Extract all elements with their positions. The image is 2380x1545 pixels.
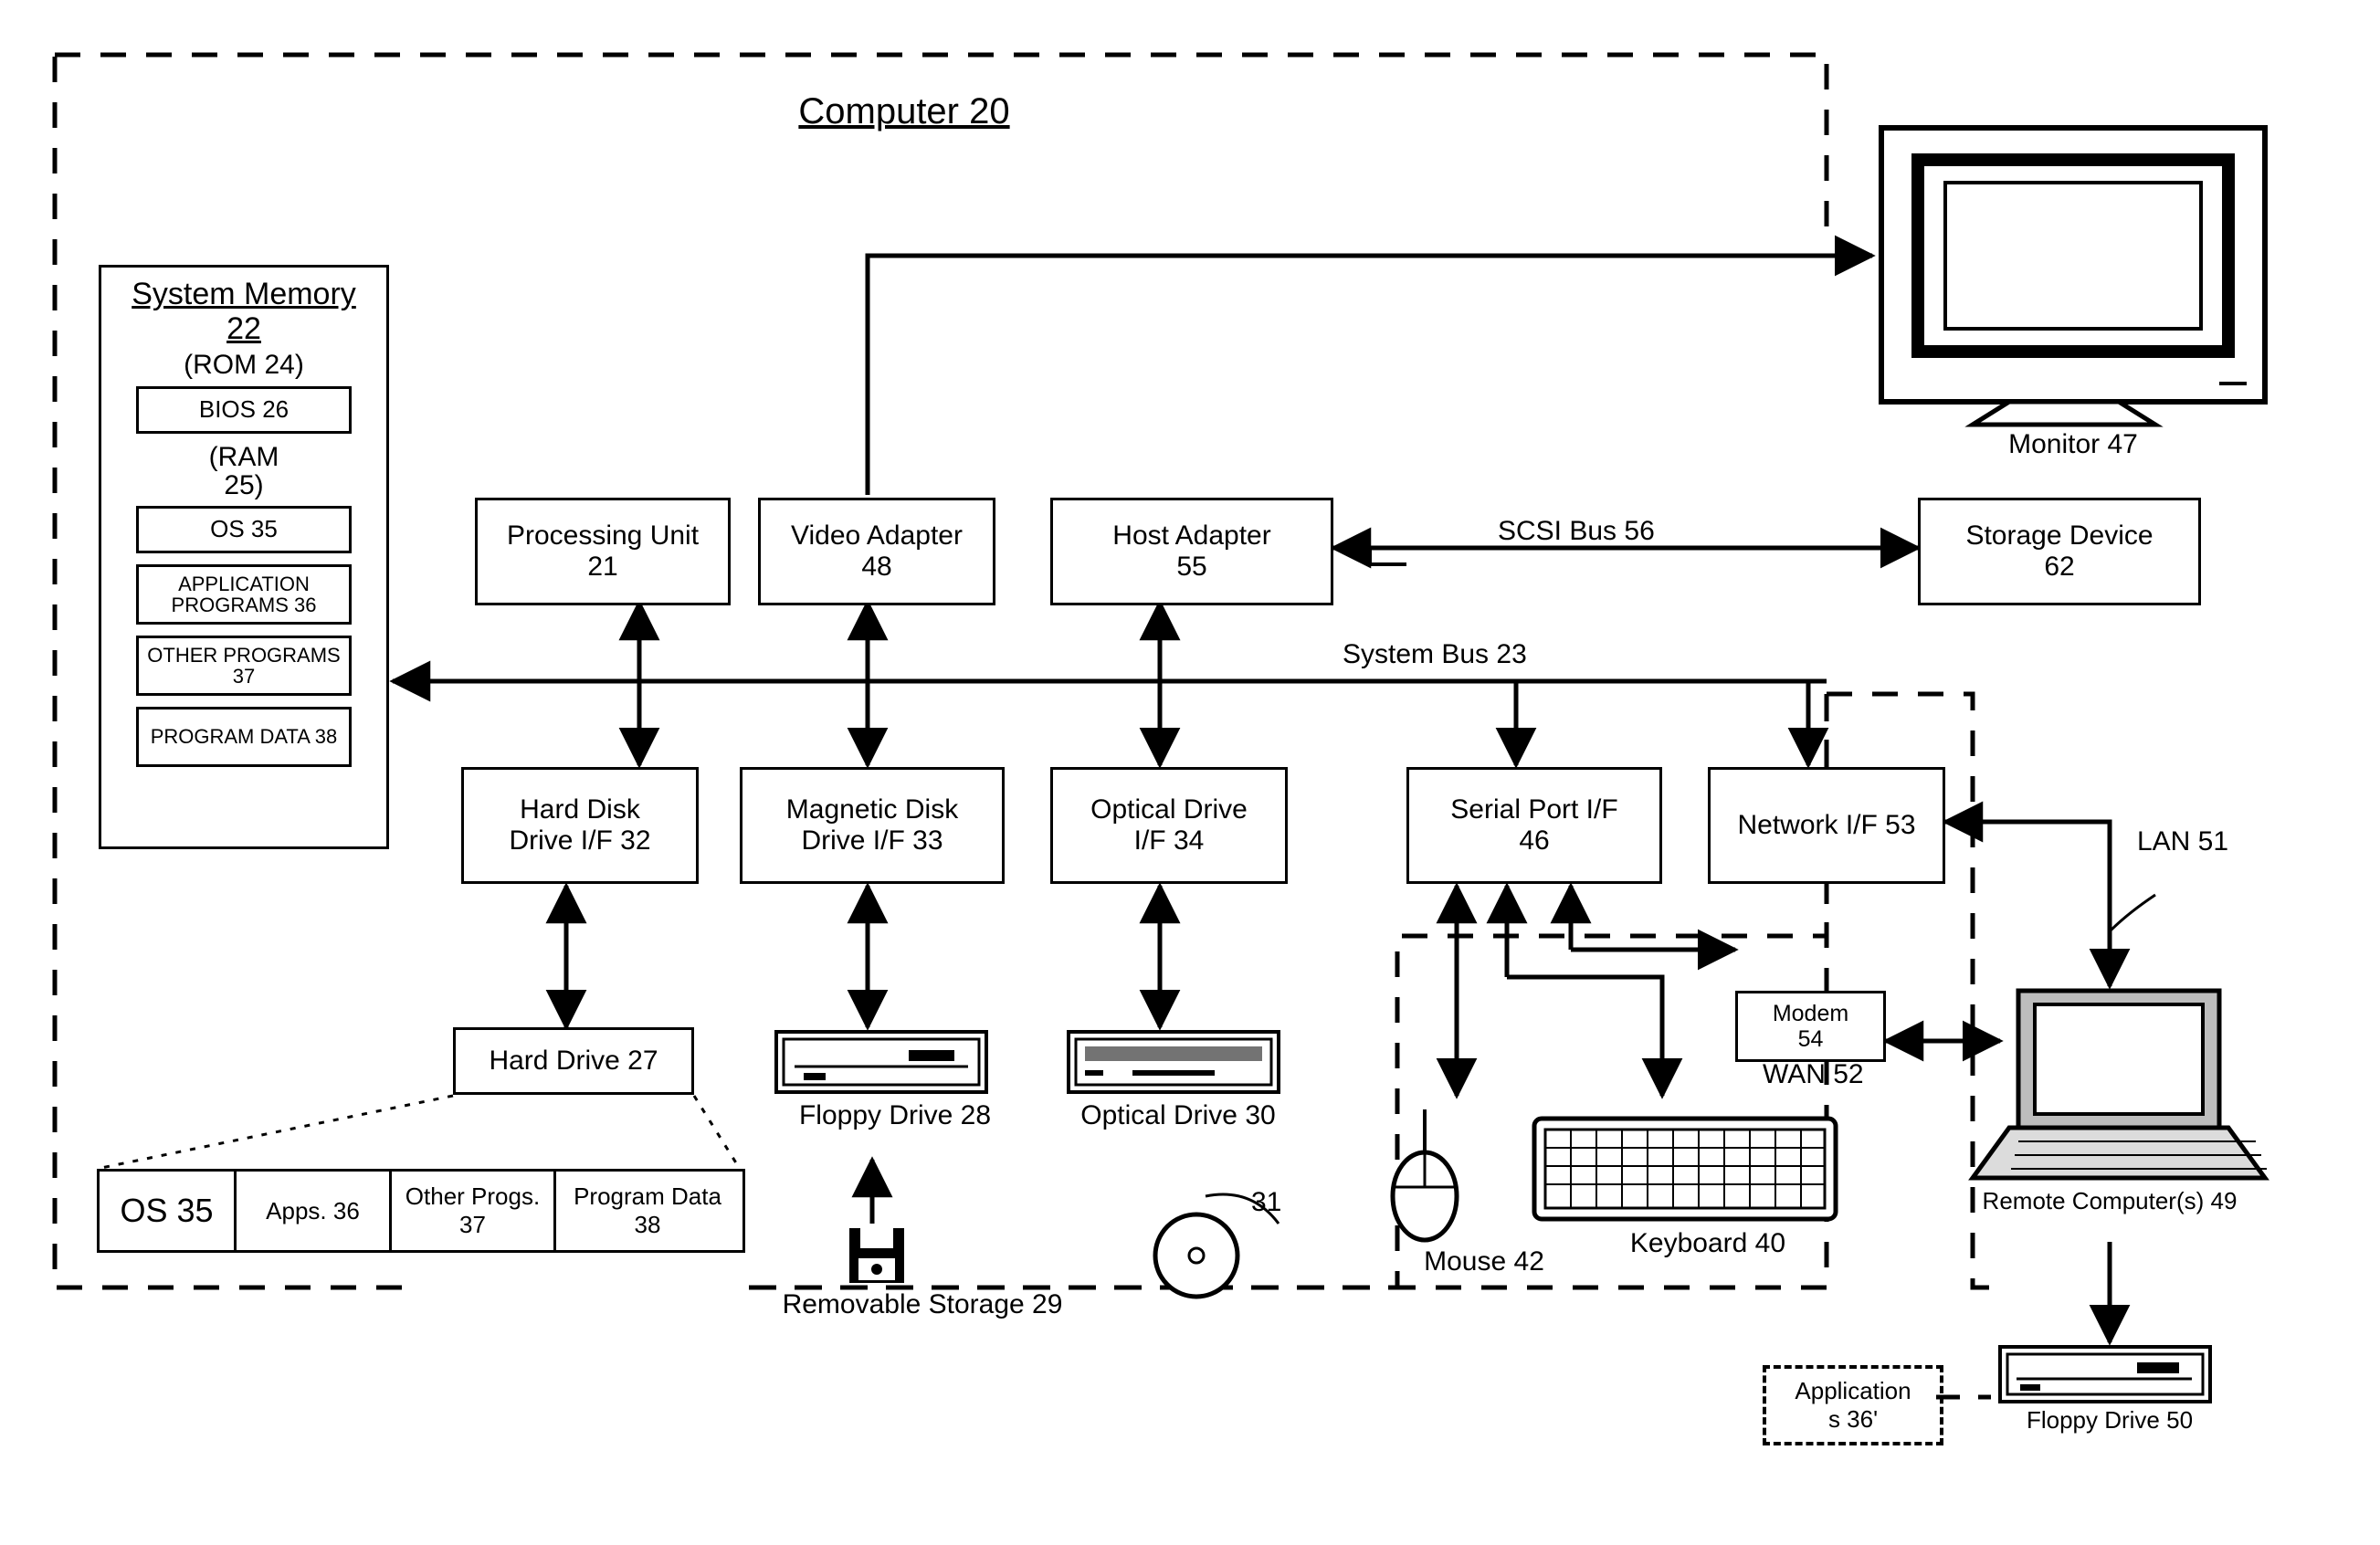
- hard-drive-label: Hard Drive 27: [489, 1046, 658, 1077]
- processing-unit-box: Processing Unit 21: [475, 498, 731, 605]
- magnetic-disk-if-box: Magnetic Disk Drive I/F 33: [740, 767, 1005, 884]
- network-if-box: Network I/F 53: [1708, 767, 1945, 884]
- rom-label: (ROM 24): [184, 350, 304, 381]
- os-box: OS 35: [136, 506, 352, 553]
- keyboard-icon: [1534, 1119, 1836, 1219]
- va-l1: Video Adapter: [791, 520, 963, 552]
- video-adapter-box: Video Adapter 48: [758, 498, 995, 605]
- other-progs-box: OTHER PROGRAMS 37: [136, 636, 352, 696]
- hd-other: Other Progs. 37: [392, 1172, 556, 1250]
- scsi-bus-label: SCSI Bus 56: [1498, 516, 1655, 547]
- mdd-l2: Drive I/F 33: [801, 825, 943, 857]
- optical-30-label: Optical Drive 30: [1059, 1100, 1297, 1131]
- optical-disc-icon: [1155, 1214, 1237, 1297]
- hard-disk-if-box: Hard Disk Drive I/F 32: [461, 767, 699, 884]
- system-bus-label: System Bus 23: [1343, 639, 1527, 670]
- pu-l1: Processing Unit: [507, 520, 699, 552]
- modem-l2: 54: [1798, 1026, 1824, 1052]
- mouse-icon: [1393, 1109, 1457, 1240]
- host-adapter-box: Host Adapter 55: [1050, 498, 1333, 605]
- hard-drive-contents: OS 35 Apps. 36 Other Progs. 37 Program D…: [97, 1169, 745, 1253]
- ha-l1: Host Adapter: [1112, 520, 1270, 552]
- modem-l1: Modem: [1773, 1001, 1848, 1026]
- wan-label: WAN 52: [1763, 1059, 1864, 1090]
- floppy-drive-28-icon: [776, 1032, 986, 1092]
- floppy-28-label: Floppy Drive 28: [776, 1100, 1014, 1131]
- hd-os: OS 35: [100, 1172, 237, 1250]
- va-l2: 48: [861, 552, 891, 583]
- laptop-icon: [1973, 991, 2267, 1178]
- optical-drive-30-icon: [1069, 1032, 1279, 1092]
- program-data-box: PROGRAM DATA 38: [136, 707, 352, 767]
- sd-l1: Storage Device: [1965, 520, 2153, 552]
- odd-l1: Optical Drive: [1090, 794, 1248, 825]
- diagram-canvas: Computer 20 System Memory 22 (ROM 24) BI…: [0, 0, 2380, 1545]
- system-memory-num: 22: [226, 311, 261, 346]
- floppy-drive-50-icon: [2000, 1347, 2210, 1402]
- hd-pd: Program Data 38: [556, 1172, 739, 1250]
- apps-box: APPLICATION PROGRAMS 36: [136, 564, 352, 625]
- bios-box: BIOS 26: [136, 386, 352, 434]
- system-memory-title: System Memory: [132, 277, 356, 311]
- hard-drive-box: Hard Drive 27: [453, 1027, 694, 1095]
- monitor-label: Monitor 47: [1973, 429, 2174, 460]
- mdd-l1: Magnetic Disk: [786, 794, 958, 825]
- serial-port-if-box: Serial Port I/F 46: [1406, 767, 1662, 884]
- mouse-label: Mouse 42: [1402, 1246, 1566, 1277]
- disc-31-label: 31: [1251, 1187, 1281, 1218]
- optical-drive-if-box: Optical Drive I/F 34: [1050, 767, 1288, 884]
- monitor-icon: [1881, 128, 2265, 425]
- odd-l2: I/F 34: [1134, 825, 1205, 857]
- applications-36p-box: Application s 36': [1763, 1365, 1943, 1445]
- removable-29-label: Removable Storage 29: [749, 1289, 1096, 1320]
- storage-device-box: Storage Device 62: [1918, 498, 2201, 605]
- lan-label: LAN 51: [2128, 826, 2238, 857]
- ha-l2: 55: [1176, 552, 1206, 583]
- sd-l2: 62: [2044, 552, 2074, 583]
- floppy-disk-icon: [849, 1228, 904, 1283]
- pu-l2: 21: [587, 552, 617, 583]
- hd-apps: Apps. 36: [237, 1172, 392, 1250]
- floppy-50-label: Floppy Drive 50: [1991, 1406, 2228, 1435]
- keyboard-label: Keyboard 40: [1589, 1228, 1827, 1259]
- apps2-l1: Application: [1795, 1377, 1911, 1405]
- modem-box: Modem 54: [1735, 991, 1886, 1062]
- remote-label: Remote Computer(s) 49: [1927, 1187, 2292, 1215]
- sp-l2: 46: [1519, 825, 1549, 857]
- system-memory-block: System Memory 22 (ROM 24) BIOS 26 (RAM 2…: [99, 265, 389, 849]
- ram-label: (RAM 25): [189, 443, 299, 500]
- hdd-l2: Drive I/F 32: [509, 825, 650, 857]
- net-l1: Network I/F 53: [1737, 810, 1915, 841]
- sp-l1: Serial Port I/F: [1450, 794, 1617, 825]
- diagram-title: Computer 20: [767, 91, 1041, 132]
- apps2-l2: s 36': [1828, 1405, 1878, 1434]
- hdd-l1: Hard Disk: [520, 794, 640, 825]
